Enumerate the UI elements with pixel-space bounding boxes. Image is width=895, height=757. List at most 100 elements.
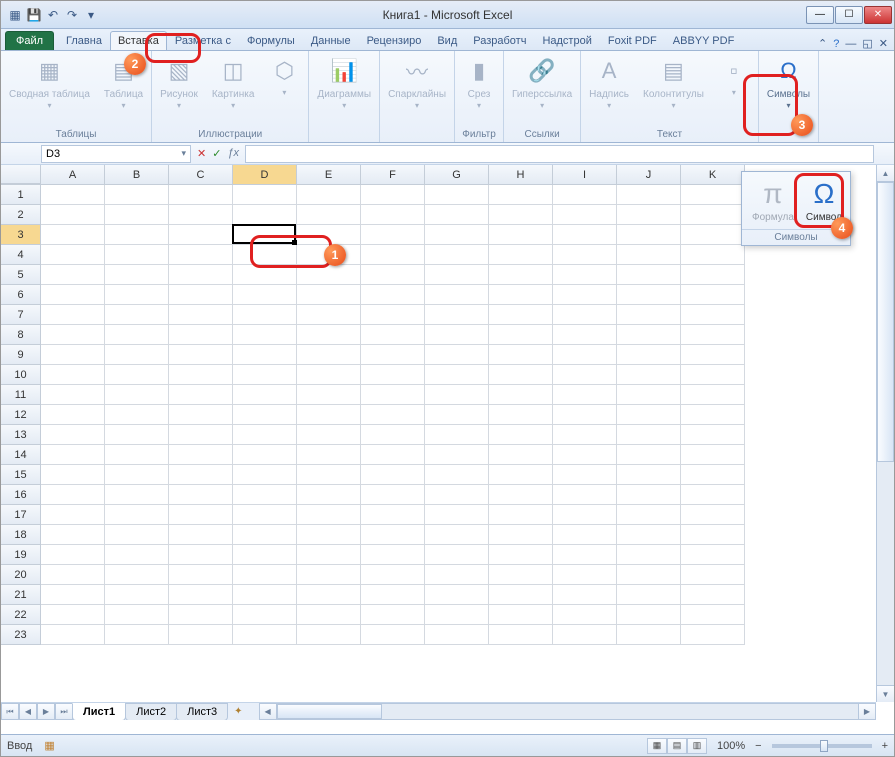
row-header-21[interactable]: 21 [1, 585, 41, 605]
cell[interactable] [361, 505, 425, 525]
zoom-handle[interactable] [820, 740, 828, 752]
cell[interactable] [617, 525, 681, 545]
cell[interactable] [105, 225, 169, 245]
cell[interactable] [233, 365, 297, 385]
cell[interactable] [489, 305, 553, 325]
cell[interactable] [681, 425, 745, 445]
cell[interactable] [297, 445, 361, 465]
cell[interactable] [233, 605, 297, 625]
cell[interactable] [105, 305, 169, 325]
sheet-tab-Лист3[interactable]: Лист3 [176, 703, 228, 721]
cell[interactable] [553, 505, 617, 525]
cell[interactable] [617, 265, 681, 285]
cell[interactable] [553, 565, 617, 585]
cell[interactable] [233, 345, 297, 365]
cell[interactable] [553, 445, 617, 465]
cell[interactable] [297, 605, 361, 625]
row-header-4[interactable]: 4 [1, 245, 41, 265]
row-header-2[interactable]: 2 [1, 205, 41, 225]
picture-button[interactable]: ▧Рисунок▾ [156, 53, 202, 112]
cell[interactable] [105, 285, 169, 305]
cell[interactable] [489, 405, 553, 425]
cell[interactable] [553, 385, 617, 405]
cell[interactable] [553, 525, 617, 545]
tab-abbyy pdf[interactable]: ABBYY PDF [665, 31, 743, 50]
tab-вид[interactable]: Вид [429, 31, 465, 50]
cell[interactable] [233, 285, 297, 305]
cell[interactable] [41, 345, 105, 365]
redo-icon[interactable]: ↷ [64, 7, 80, 23]
column-header-E[interactable]: E [297, 165, 361, 184]
cell[interactable] [41, 325, 105, 345]
cell[interactable] [361, 225, 425, 245]
cell[interactable] [41, 285, 105, 305]
cell[interactable] [41, 265, 105, 285]
cell[interactable] [489, 385, 553, 405]
cell[interactable] [681, 445, 745, 465]
hyperlink-button[interactable]: 🔗Гиперссылка▾ [508, 53, 576, 112]
cell[interactable] [169, 405, 233, 425]
cell[interactable] [425, 585, 489, 605]
tab-главна[interactable]: Главна [58, 31, 110, 50]
minimize-button[interactable]: — [806, 6, 834, 24]
cell[interactable] [425, 505, 489, 525]
tab-рецензиро[interactable]: Рецензиро [359, 31, 430, 50]
cell[interactable] [233, 465, 297, 485]
save-icon[interactable]: 💾 [26, 7, 42, 23]
cell[interactable] [233, 385, 297, 405]
slicer-button[interactable]: ▮Срез▾ [459, 53, 499, 112]
scroll-up-icon[interactable]: ▲ [877, 165, 894, 182]
cell[interactable] [361, 285, 425, 305]
table-button[interactable]: ▤Таблица▾ [100, 53, 147, 112]
cell[interactable] [297, 565, 361, 585]
tab-разработч[interactable]: Разработч [465, 31, 534, 50]
row-header-17[interactable]: 17 [1, 505, 41, 525]
row-header-23[interactable]: 23 [1, 625, 41, 645]
row-header-12[interactable]: 12 [1, 405, 41, 425]
column-header-I[interactable]: I [553, 165, 617, 184]
sheet-nav-0[interactable]: ⏮ [1, 703, 19, 720]
cell[interactable] [105, 185, 169, 205]
cell[interactable] [489, 205, 553, 225]
cell[interactable] [233, 485, 297, 505]
cell[interactable] [681, 505, 745, 525]
cell[interactable] [617, 505, 681, 525]
row-header-20[interactable]: 20 [1, 565, 41, 585]
cell[interactable] [361, 425, 425, 445]
cell[interactable] [233, 305, 297, 325]
cell[interactable] [681, 325, 745, 345]
cell[interactable] [553, 245, 617, 265]
zoom-out-button[interactable]: − [755, 740, 761, 752]
cell[interactable] [425, 385, 489, 405]
fx-icon[interactable]: ƒx [227, 147, 239, 160]
cell[interactable] [489, 285, 553, 305]
cell[interactable] [489, 225, 553, 245]
cell[interactable] [41, 365, 105, 385]
cell[interactable] [617, 405, 681, 425]
cell[interactable] [297, 245, 361, 265]
cell[interactable] [425, 365, 489, 385]
hscroll-thumb[interactable] [277, 704, 382, 719]
cell[interactable] [617, 485, 681, 505]
cell[interactable] [617, 205, 681, 225]
select-all-corner[interactable] [1, 165, 41, 184]
cell[interactable] [169, 545, 233, 565]
cell[interactable] [105, 425, 169, 445]
cell[interactable] [169, 245, 233, 265]
cell[interactable] [617, 545, 681, 565]
cell[interactable] [361, 605, 425, 625]
tab-разметка с[interactable]: Разметка с [167, 31, 239, 50]
cell[interactable] [553, 405, 617, 425]
cell[interactable] [233, 545, 297, 565]
zoom-level[interactable]: 100% [717, 740, 745, 752]
cell[interactable] [553, 185, 617, 205]
cell[interactable] [553, 425, 617, 445]
zoom-slider[interactable] [772, 744, 872, 748]
cell[interactable] [41, 405, 105, 425]
cell[interactable] [553, 265, 617, 285]
cell[interactable] [489, 585, 553, 605]
cell[interactable] [105, 345, 169, 365]
cell[interactable] [361, 405, 425, 425]
cell[interactable] [425, 245, 489, 265]
cell[interactable] [297, 205, 361, 225]
